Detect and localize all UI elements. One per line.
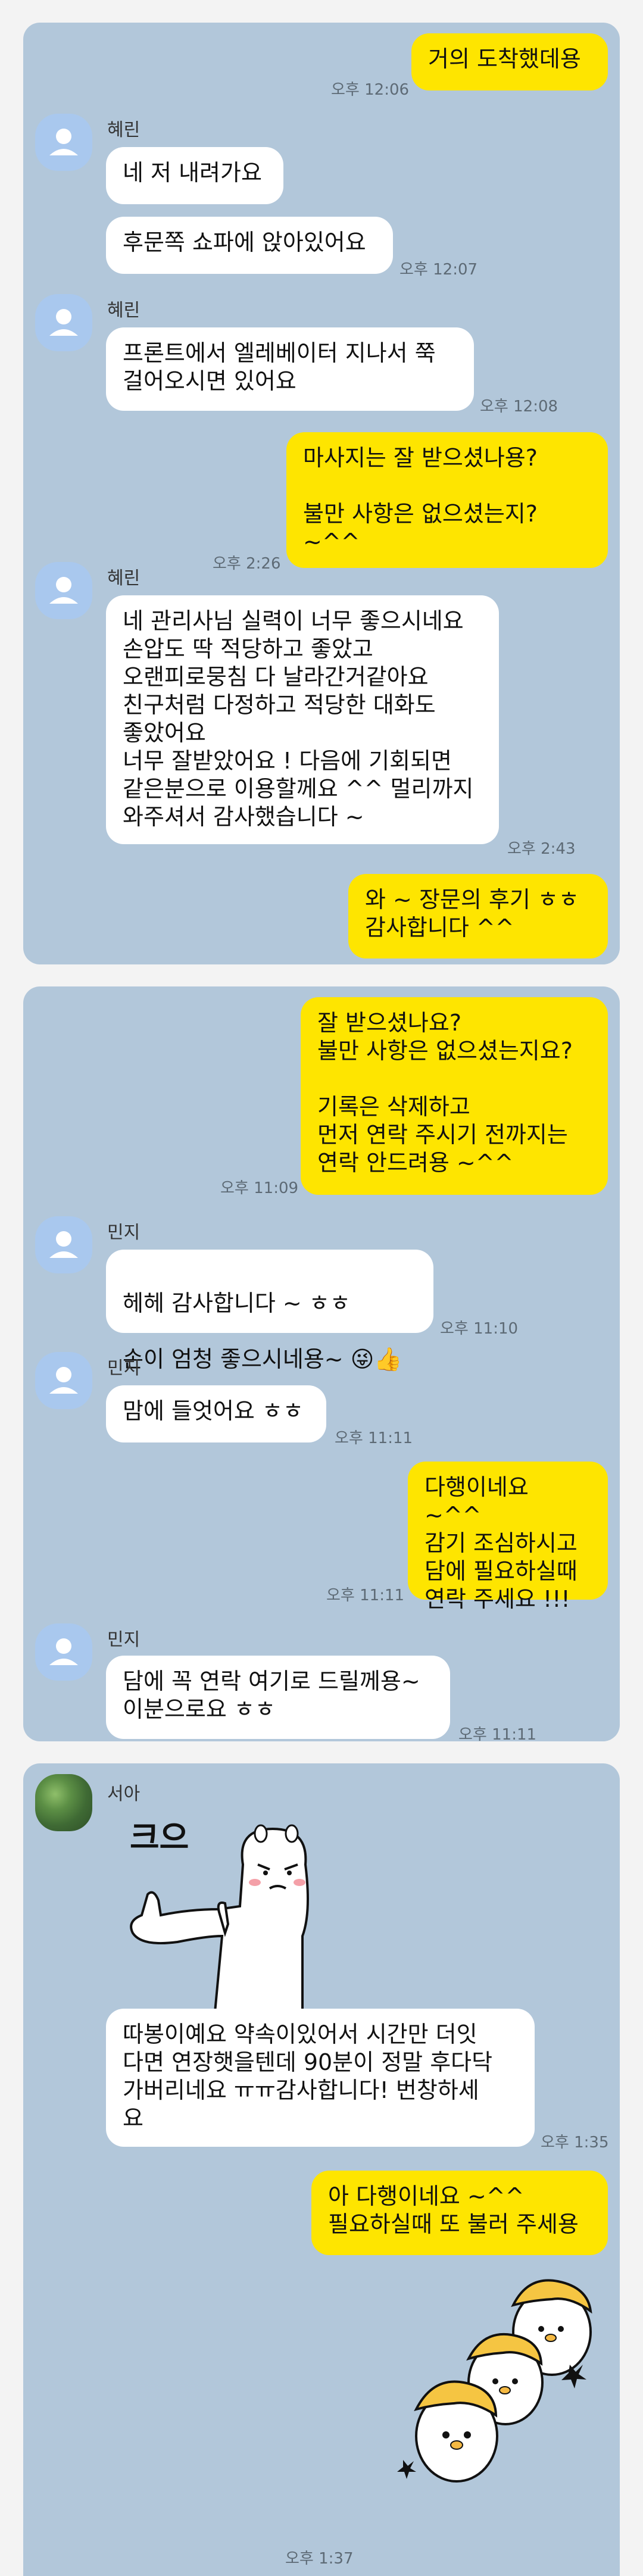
sender-name: 민지 [107,1222,141,1243]
default-profile-icon [49,1231,78,1258]
message-time: 오후 2:26 [213,555,281,573]
message-time: 오후 2:43 [507,840,576,858]
default-profile-icon [49,309,78,336]
chat-bubble-sent[interactable]: 아 다행이네요 ~^^ 필요하실때 또 불러 주세용 [311,2171,608,2255]
default-profile-icon [49,577,78,604]
avatar[interactable] [35,1623,92,1681]
message-time: 오후 11:11 [326,1587,405,1604]
sticker-caption: 크으 [130,1819,189,1856]
cheering-ducks-icon [397,2279,592,2483]
chat-bubble-sent[interactable]: 거의 도착했데용 [411,33,608,90]
default-profile-icon [49,1367,78,1394]
sender-name: 서아 [107,1784,141,1804]
sender-name: 민지 [107,1358,141,1379]
message-time: 오후 12:07 [399,261,478,279]
sender-name: 혜린 [107,568,141,589]
chat-bubble-received[interactable]: 네 관리사님 실력이 너무 좋으시네요 손압도 딱 적당하고 좋았고 오랜피로뭉… [106,595,499,844]
avatar[interactable] [35,114,92,171]
message-time: 오후 11:11 [458,1726,537,1741]
message-time: 오후 12:06 [331,81,410,99]
message-time: 오후 11:11 [335,1429,413,1447]
chat-bubble-received[interactable]: 맘에 들엇어요 ㅎㅎ [106,1385,326,1442]
default-profile-icon [49,1638,78,1665]
avatar[interactable] [35,1216,92,1273]
avatar[interactable] [35,562,92,619]
chat-bubble-received[interactable]: 네 저 내려가요 [106,147,283,204]
sender-name: 혜린 [107,300,141,321]
chat-bubble-received[interactable]: 후문쪽 쇼파에 앉아있어요 [106,217,393,274]
avatar[interactable] [35,294,92,351]
message-time: 오후 11:09 [220,1179,299,1197]
ducks-cheering-sticker[interactable] [379,2263,608,2549]
message-time: 오후 1:35 [541,2134,609,2152]
chat-bubble-received[interactable]: 담에 꼭 연락 여기로 드릴께용~ 이분으로요 ㅎㅎ [106,1656,450,1739]
chat-panel-1: 오후 12:06 거의 도착했데용 혜린 네 저 내려가요 후문쪽 쇼파에 앉아… [23,23,620,964]
sender-name: 민지 [107,1629,141,1650]
message-time: 오후 1:37 [285,2550,354,2568]
wink-thumbs-up-emoji-icon: 😜👍 [350,1346,402,1372]
chat-bubble-sent[interactable]: 잘 받으셨나요? 불만 사항은 없으셨는지요? 기록은 삭제하고 먼저 연락 주… [301,997,608,1195]
chat-panel-2: 잘 받으셨나요? 불만 사항은 없으셨는지요? 기록은 삭제하고 먼저 연락 주… [23,986,620,1741]
chat-bubble-received[interactable]: 헤헤 감사합니다 ~ ㅎㅎ 손이 엄청 좋으시네용~ 😜👍 [106,1250,433,1372]
profile-photo-avatar[interactable] [35,1774,92,1831]
chat-bubble-received[interactable]: 따봉이예요 약속이있어서 시간만 더잇 다면 연장햇을텐데 90분이 정말 후다… [106,2009,535,2147]
message-text: 손이 엄청 좋으시네용~ [123,1346,351,1372]
message-time: 오후 11:10 [440,1320,519,1338]
avatar[interactable] [35,1352,92,1409]
sender-name: 혜린 [107,120,141,140]
chat-bubble-received[interactable]: 프론트에서 엘레베이터 지나서 쭉 걸어오시면 있어요 [106,327,474,411]
chat-bubble-sent[interactable]: 다행이네요 ~^^ 감기 조심하시고 담에 필요하실때 연락 주세요 !!! [408,1462,608,1612]
message-line: 헤헤 감사합니다 ~ ㅎㅎ [123,1290,351,1316]
chat-bubble-sent[interactable]: 와 ~ 장문의 후기 ㅎㅎ 감사합니다 ^^ [348,874,608,958]
chat-bubble-sent[interactable]: 마사지는 잘 받으셨나용? 불만 사항은 없으셨는지? ~^^ [286,432,608,568]
thumbs-up-bear-sticker[interactable]: 크으 [106,1805,380,2032]
message-time: 오후 12:08 [480,398,558,416]
chat-panel-3: 서아 크으 따봉이예요 약속이있어서 시간만 더잇 다면 연장햇을텐데 90분이… [23,1763,620,2576]
message-line: 손이 엄청 좋으시네용~ 😜👍 [123,1345,417,1373]
default-profile-icon [49,129,78,155]
